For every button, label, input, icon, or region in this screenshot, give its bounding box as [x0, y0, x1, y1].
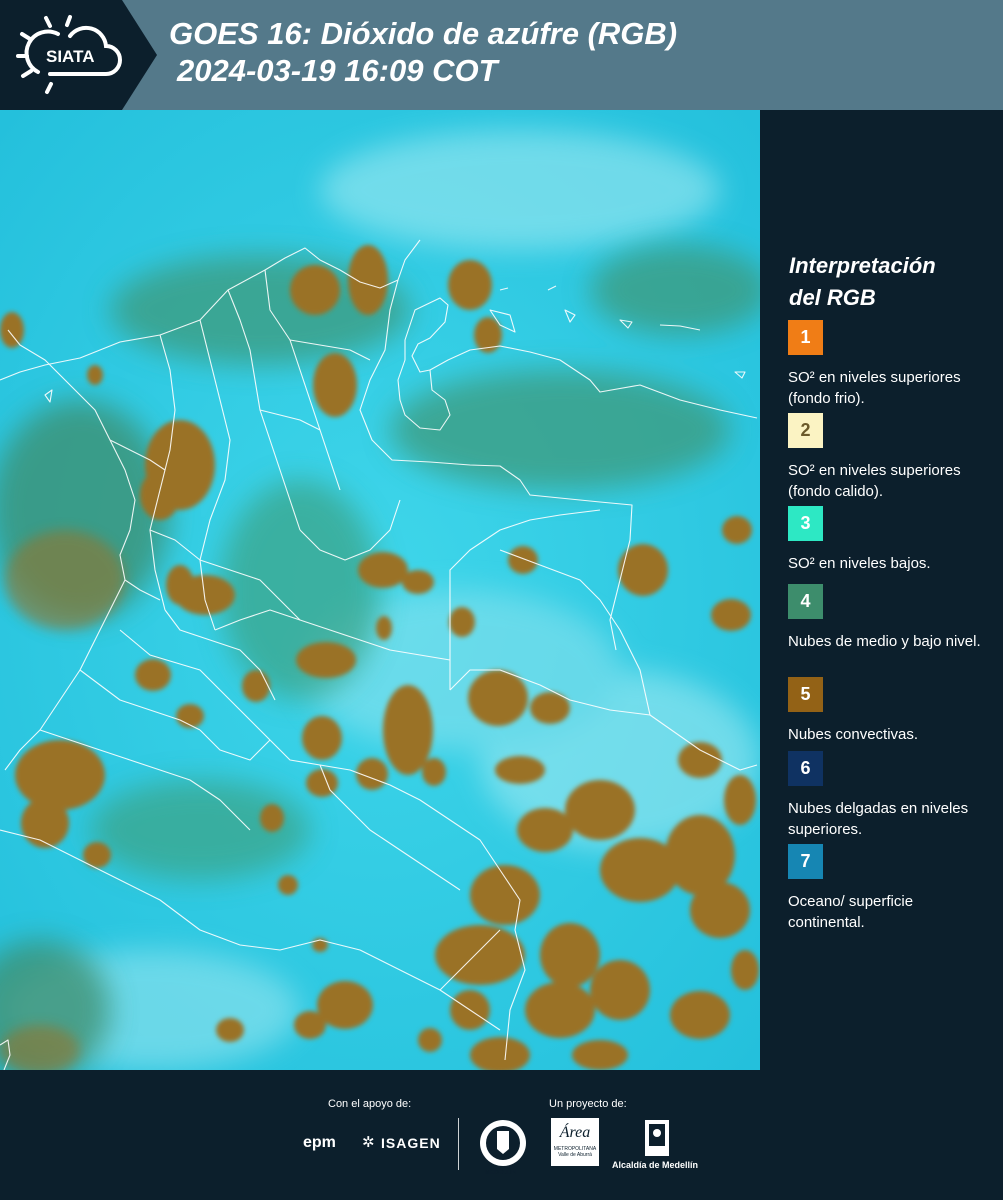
medellin-seal-caption: MEDELLÍN — [485, 1170, 516, 1176]
medellin-seal-icon — [480, 1120, 526, 1166]
legend-swatch: 4 — [788, 584, 823, 619]
legend-label: SO² en niveles superiores (fondo calido)… — [788, 462, 961, 500]
epm-logo: epm — [303, 1134, 336, 1151]
legend-label: SO² en niveles bajos. — [788, 555, 931, 572]
legend-item: 4 Nubes de medio y bajo nivel. — [788, 584, 993, 652]
legend-title-line1: Interpretación — [789, 253, 936, 278]
area-logo-caption2: Valle de Aburrá — [558, 1152, 592, 1158]
legend-title: Interpretación del RGB — [789, 250, 989, 314]
isagen-logo: ISAGEN — [381, 1135, 441, 1151]
support-label: Con el apoyo de: — [328, 1098, 412, 1110]
title-line1: GOES 16: Dióxido de azúfre (RGB) — [169, 16, 678, 51]
legend-swatch: 2 — [788, 413, 823, 448]
satellite-map[interactable] — [0, 110, 760, 1070]
legend-label: Nubes convectivas. — [788, 726, 919, 743]
legend-title-line2: del RGB — [789, 285, 876, 310]
legend: Interpretación del RGB — [789, 250, 989, 324]
legend-item: 1 SO² en niveles superiores (fondo frio). — [788, 320, 993, 409]
siata-logo: SIATA — [16, 15, 122, 94]
rgb-composite-image — [0, 110, 760, 1070]
footer: Con el apoyo de: Un proyecto de: epm ✲ I… — [0, 1070, 1003, 1200]
legend-swatch: 5 — [788, 677, 823, 712]
legend-item: 6 Nubes delgadas en niveles superiores. — [788, 751, 993, 840]
area-metropolitana-logo: Área METROPOLITANA Valle de Aburrá — [551, 1118, 599, 1166]
isagen-icon: ✲ — [362, 1134, 375, 1151]
project-label: Un proyecto de: — [549, 1098, 627, 1110]
legend-item: 3 SO² en niveles bajos. — [788, 506, 993, 574]
legend-label: Nubes delgadas en niveles superiores. — [788, 800, 969, 838]
logo-text: SIATA — [46, 47, 94, 66]
legend-swatch: 3 — [788, 506, 823, 541]
legend-label: SO² en niveles superiores (fondo frio). — [788, 369, 961, 407]
legend-item: 7 Oceano/ superficie continental. — [788, 844, 993, 933]
legend-item: 2 SO² en niveles superiores (fondo calido… — [788, 413, 993, 502]
footer-divider — [458, 1118, 459, 1170]
title-line2: 2024-03-19 16:09 COT — [177, 53, 498, 88]
legend-swatch: 1 — [788, 320, 823, 355]
legend-swatch: 7 — [788, 844, 823, 879]
alcaldia-crest-icon — [645, 1120, 669, 1156]
legend-label: Oceano/ superficie continental. — [788, 893, 914, 931]
area-logo-text: Área — [559, 1124, 591, 1141]
legend-label: Nubes de medio y bajo nivel. — [788, 633, 981, 650]
alcaldia-caption: Alcaldía de Medellín — [612, 1160, 699, 1170]
page-title: GOES 16: Dióxido de azúfre (RGB) 2024-03… — [169, 15, 677, 89]
legend-swatch: 6 — [788, 751, 823, 786]
legend-item: 5 Nubes convectivas. — [788, 677, 993, 745]
